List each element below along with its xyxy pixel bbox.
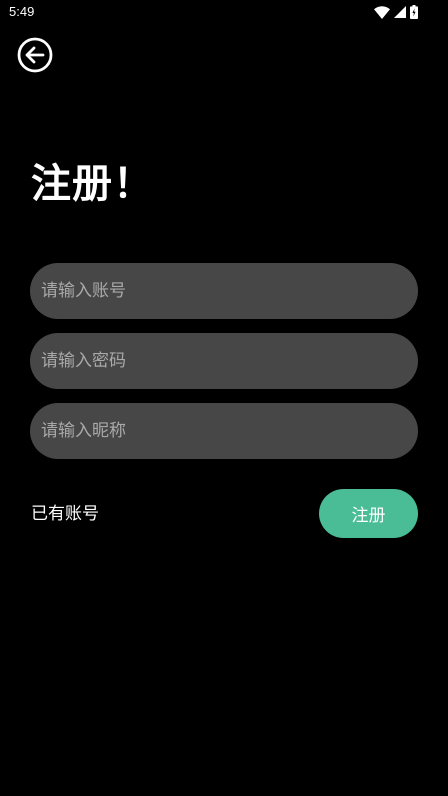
- register-button[interactable]: 注册: [319, 489, 418, 538]
- password-input[interactable]: [30, 333, 418, 389]
- page-title: 注册！: [31, 161, 154, 207]
- have-account-link[interactable]: 已有账号: [31, 502, 99, 526]
- status-time: 5:49: [9, 4, 35, 19]
- nickname-input[interactable]: [30, 403, 418, 459]
- cellular-signal-icon: [394, 6, 406, 18]
- status-icons: [374, 4, 418, 20]
- wifi-icon: [374, 5, 390, 19]
- battery-icon: [410, 5, 418, 19]
- account-input[interactable]: [30, 263, 418, 319]
- status-bar: 5:49: [0, 0, 448, 26]
- back-arrow-circle-icon[interactable]: [16, 36, 54, 74]
